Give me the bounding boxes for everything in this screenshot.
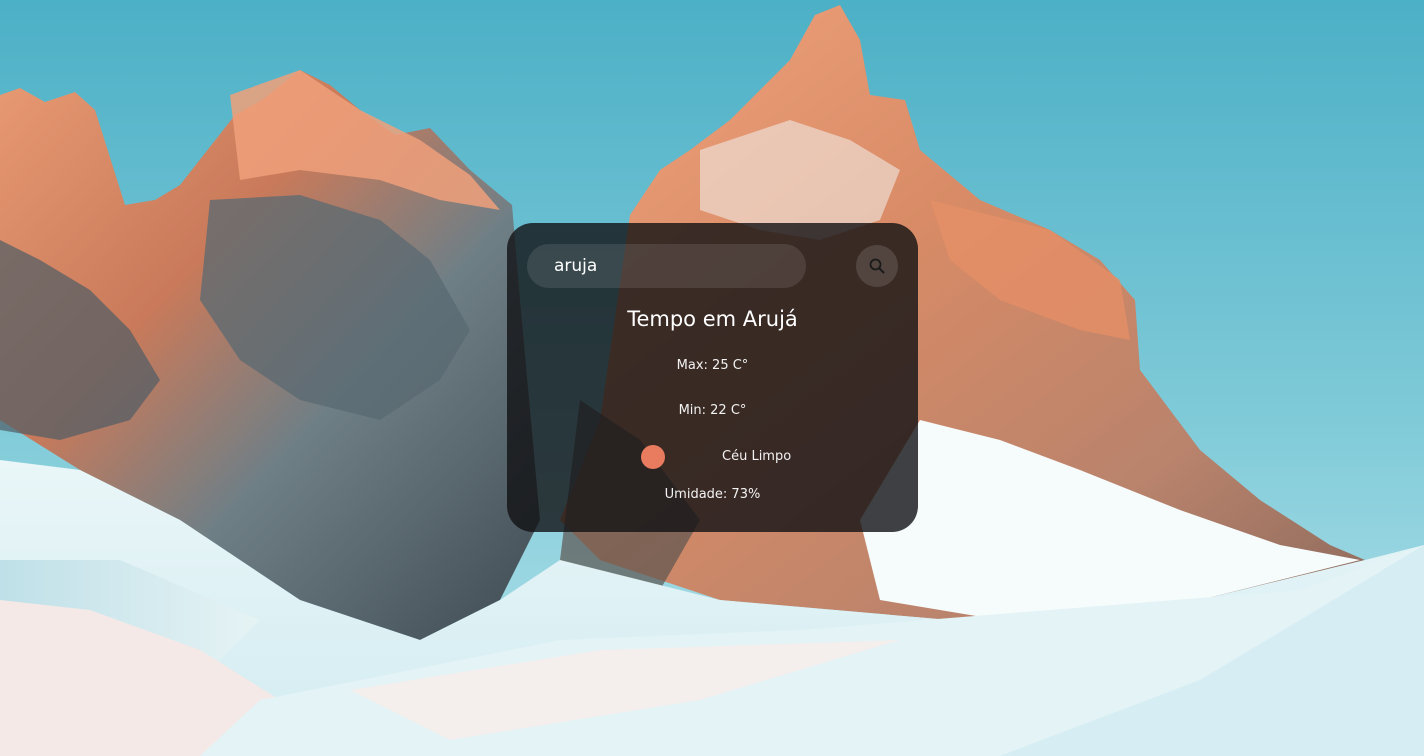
app-background: Tempo em Arujá Max: 25 C° Min: 22 C° Céu… [0, 0, 1424, 756]
search-bar [527, 244, 898, 290]
min-temperature: Min: 22 C° [678, 403, 747, 418]
humidity: Umidade: 73% [664, 487, 761, 502]
search-button[interactable] [856, 245, 898, 287]
max-temperature: Max: 25 C° [676, 358, 749, 373]
weather-description: Céu Limpo [722, 449, 792, 464]
weather-card: Tempo em Arujá Max: 25 C° Min: 22 C° Céu… [507, 223, 918, 532]
city-title: Tempo em Arujá [627, 307, 798, 331]
sun-icon [641, 445, 665, 469]
city-search-input[interactable] [527, 244, 806, 288]
search-icon [869, 258, 885, 274]
